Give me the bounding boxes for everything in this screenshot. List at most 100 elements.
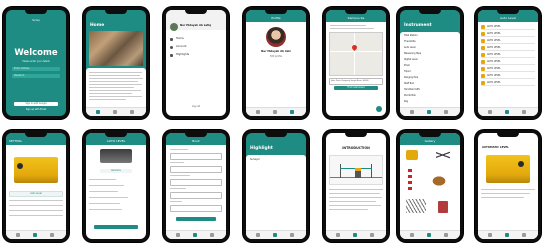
book-nav-icon[interactable] [505, 110, 509, 114]
book-nav-icon[interactable] [113, 110, 117, 114]
home-nav-icon[interactable] [176, 233, 180, 237]
user-nav-icon[interactable] [50, 233, 54, 237]
gallery-item-pegs[interactable] [428, 173, 450, 189]
map-road [354, 33, 355, 75]
item-thumbnail [481, 59, 485, 64]
phone-profile-screen: Profile Nur Hidayah Ab Aziz Edit profile [243, 7, 309, 119]
list-item[interactable]: AUTO LEVEL [481, 38, 535, 44]
drawer-menu-item[interactable]: Home [170, 37, 222, 42]
email-signup-link[interactable]: Sign up with Email [6, 108, 66, 111]
map-view[interactable] [329, 32, 383, 76]
home-nav-icon[interactable] [488, 233, 492, 237]
home-nav-icon[interactable] [488, 110, 492, 114]
instrument-list-item[interactable]: Auto Level [404, 46, 416, 49]
highlight-item[interactable]: Surveyor [250, 158, 260, 161]
detail-screen: SETTING Auto Level [6, 133, 66, 239]
google-signin-button[interactable]: Sign in with Google [14, 102, 58, 106]
gallery-header-title: Gallery [424, 139, 436, 143]
gallery-item-tape[interactable] [406, 150, 418, 160]
drawer-menu-item[interactable]: Account [170, 45, 222, 50]
home-nav-icon[interactable] [336, 233, 340, 237]
list-item[interactable]: AUTO LEVEL [481, 59, 535, 65]
drawer-screen: Nur Hidayah Ab Latiq Home Account Highli… [166, 10, 226, 116]
bottom-navigation [86, 107, 146, 116]
user-nav-icon[interactable] [522, 233, 526, 237]
home-nav-icon[interactable] [256, 233, 260, 237]
gallery-item-staff[interactable] [408, 169, 412, 193]
remarks-button[interactable] [94, 225, 138, 229]
user-nav-icon[interactable] [210, 233, 214, 237]
home-nav-icon[interactable] [256, 110, 260, 114]
instrument-list-item[interactable]: Plumb Bob [404, 94, 416, 97]
book-nav-icon[interactable] [273, 110, 277, 114]
next-arrow-icon[interactable] [376, 106, 382, 112]
instrument-list-item[interactable]: Digital Level [404, 58, 418, 61]
form-field[interactable] [170, 192, 222, 199]
item-list-header-title: Auto Level [500, 16, 516, 20]
user-nav-icon[interactable] [290, 110, 294, 114]
home-nav-icon[interactable] [96, 110, 100, 114]
gallery-item-pins[interactable] [406, 199, 426, 213]
text-line [89, 87, 134, 89]
book-nav-icon[interactable] [353, 233, 357, 237]
text-line [329, 205, 381, 207]
phone-notch [345, 10, 367, 14]
book-nav-icon[interactable] [33, 233, 37, 237]
form-field[interactable] [170, 166, 222, 173]
find-instrument-button[interactable]: Find instrument [334, 86, 378, 90]
book-nav-icon[interactable] [193, 233, 197, 237]
user-nav-icon[interactable] [522, 110, 526, 114]
form-field[interactable] [170, 205, 222, 212]
user-nav-icon[interactable] [444, 233, 448, 237]
form-label [170, 162, 184, 164]
spec-line [9, 205, 63, 207]
list-item[interactable]: AUTO LEVEL [481, 52, 535, 58]
home-nav-icon[interactable] [16, 233, 20, 237]
instrument-list-item[interactable]: Total Station [404, 34, 418, 37]
instrument-list-item[interactable]: Staff Rod [404, 82, 414, 85]
gallery-item-bag[interactable] [438, 201, 448, 213]
form-submit-button[interactable] [176, 217, 216, 221]
instrument-list-item[interactable]: Theodolite [404, 40, 416, 43]
book-nav-icon[interactable] [427, 233, 431, 237]
phone-introduction-screen: INTRODUCTION [323, 130, 389, 242]
instrument-list-item[interactable]: Ranging Pole [404, 76, 418, 79]
instrument-list-item[interactable]: Tripod [404, 70, 411, 73]
user-nav-icon[interactable] [370, 233, 374, 237]
instrument-list-item[interactable]: Handheld GPS [404, 88, 420, 91]
drawer-menu-label: Account [176, 44, 187, 48]
book-nav-icon[interactable] [505, 233, 509, 237]
list-item[interactable]: AUTO LEVEL [481, 31, 535, 37]
item-thumbnail [481, 66, 485, 71]
instrument-list-item[interactable]: Peg [404, 100, 408, 103]
phone-notch [419, 10, 441, 14]
address-field[interactable]: Jalan Putra, Kampung Sungai Besar, 44000 [329, 78, 383, 85]
map-pin-icon[interactable] [350, 43, 359, 52]
gallery-item-tripod[interactable] [436, 148, 450, 162]
form-field[interactable] [170, 153, 222, 160]
user-nav-icon[interactable] [130, 110, 134, 114]
bottom-navigation [478, 230, 538, 239]
password-field[interactable]: Password [12, 74, 60, 78]
list-item[interactable]: AUTO LEVEL [481, 66, 535, 72]
instrument-list-item[interactable]: Prism [404, 64, 410, 67]
book-nav-icon[interactable] [273, 233, 277, 237]
drawer-menu-item[interactable]: Highlights [170, 53, 222, 58]
list-item[interactable]: AUTO LEVEL [481, 24, 535, 30]
home-nav-icon[interactable] [410, 110, 414, 114]
user-nav-icon[interactable] [444, 110, 448, 114]
user-nav-icon[interactable] [290, 233, 294, 237]
list-item[interactable]: AUTO LEVEL [481, 73, 535, 79]
bottom-navigation [6, 230, 66, 239]
list-item[interactable]: AUTO LEVEL [481, 45, 535, 51]
email-field[interactable]: Enter Address [12, 67, 60, 71]
form-field[interactable] [170, 179, 222, 186]
item-thumbnail [481, 45, 485, 50]
home-nav-icon[interactable] [410, 233, 414, 237]
list-item[interactable]: AUTO LEVEL [481, 80, 535, 86]
logout-button[interactable]: Log out [166, 105, 226, 108]
instrument-list-item[interactable]: Measuring Tape [404, 52, 421, 55]
text-line [329, 189, 383, 191]
book-nav-icon[interactable] [427, 110, 431, 114]
edit-profile-link[interactable]: Edit profile [246, 55, 306, 58]
